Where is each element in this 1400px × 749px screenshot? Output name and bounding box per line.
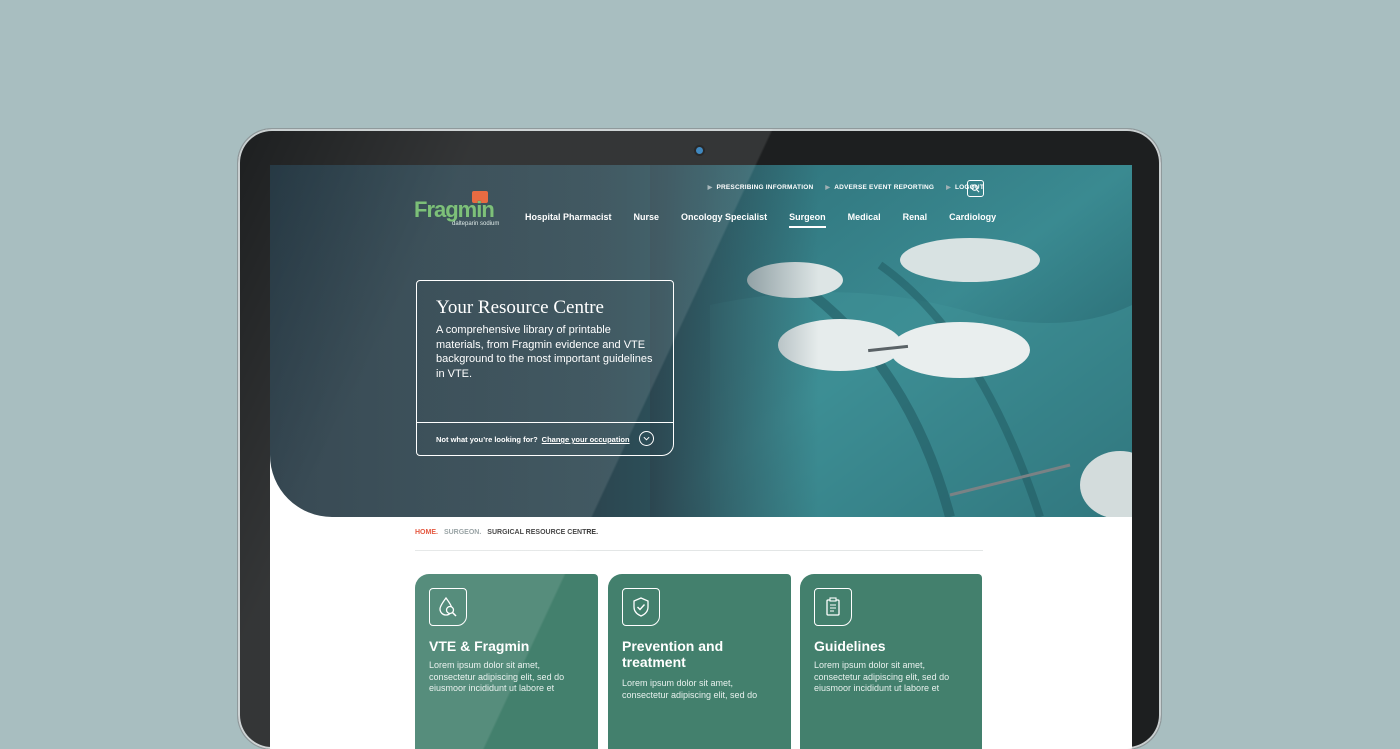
search-button[interactable] — [967, 180, 984, 197]
resource-centre-card: Your Resource Centre A comprehensive lib… — [416, 280, 674, 456]
breadcrumb: HOME. SURGEON. SURGICAL RESOURCE CENTRE. — [415, 529, 598, 536]
nav-item-medical[interactable]: Medical — [848, 212, 881, 228]
drop-magnifier-icon — [429, 588, 467, 626]
utility-link-adverse[interactable]: ▶ ADVERSE EVENT REPORTING — [825, 184, 934, 191]
triangle-right-icon: ▶ — [825, 185, 831, 191]
laptop-frame: Fragmin dalteparin sodium ▶ PRESCRIBING I… — [238, 129, 1161, 749]
hero-title: Your Resource Centre — [436, 297, 604, 318]
divider — [415, 550, 983, 551]
tile-title: Prevention and treatment — [622, 638, 724, 670]
utility-nav: ▶ PRESCRIBING INFORMATION ▶ ADVERSE EVENT … — [708, 184, 984, 191]
breadcrumb-current: SURGICAL RESOURCE CENTRE. — [487, 529, 599, 536]
logo-subtitle: dalteparin sodium — [452, 221, 500, 227]
tile-body: Lorem ipsum dolor sit amet, consectetur … — [814, 660, 950, 693]
expand-occupation-button[interactable] — [639, 431, 654, 446]
utility-link-prescribing[interactable]: ▶ PRESCRIBING INFORMATION — [708, 184, 814, 191]
chevron-down-icon — [643, 436, 650, 441]
tile-title: VTE & Fragmin — [429, 638, 530, 654]
hero-description: A comprehensive library of printable mat… — [436, 324, 653, 380]
tile-vte-fragmin[interactable]: VTE & Fragmin Lorem ipsum dolor sit amet… — [415, 574, 598, 749]
triangle-right-icon: ▶ — [707, 185, 713, 191]
tile-title: Guidelines — [814, 638, 886, 654]
search-icon — [971, 184, 980, 193]
triangle-right-icon: ▶ — [946, 185, 951, 191]
browser-viewport: Fragmin dalteparin sodium ▶ PRESCRIBING I… — [270, 165, 1132, 749]
tile-prevention-treatment[interactable]: Prevention and treatment Lorem ipsum dol… — [608, 574, 791, 749]
tile-guidelines[interactable]: Guidelines Lorem ipsum dolor sit amet, c… — [800, 574, 982, 749]
tile-body: Lorem ipsum dolor sit amet, consectetur … — [429, 660, 565, 693]
logo-wordmark: Fragmin — [414, 197, 495, 222]
nav-item-oncology-specialist[interactable]: Oncology Specialist — [681, 212, 767, 228]
main-nav: Hospital Pharmacist Nurse Oncology Speci… — [525, 212, 996, 228]
occupation-prompt: Not what you’re looking for? Change your… — [417, 422, 673, 456]
breadcrumb-home[interactable]: HOME. — [415, 529, 438, 536]
tile-body: Lorem ipsum dolor sit amet, consectetur … — [622, 678, 758, 700]
fragmin-logo[interactable]: Fragmin dalteparin sodium — [414, 189, 499, 229]
occupation-question: Not what you’re looking for? — [436, 435, 538, 444]
nav-item-renal[interactable]: Renal — [903, 212, 928, 228]
webcam — [696, 147, 703, 154]
nav-item-hospital-pharmacist[interactable]: Hospital Pharmacist — [525, 212, 612, 228]
nav-item-surgeon[interactable]: Surgeon — [789, 212, 826, 228]
hero-banner: Fragmin dalteparin sodium ▶ PRESCRIBING I… — [270, 165, 1132, 517]
document-icon — [814, 588, 852, 626]
nav-item-nurse[interactable]: Nurse — [634, 212, 660, 228]
breadcrumb-surgeon[interactable]: SURGEON. — [444, 529, 481, 536]
shield-check-icon — [622, 588, 660, 626]
change-occupation-link[interactable]: Change your occupation — [542, 435, 630, 444]
nav-item-cardiology[interactable]: Cardiology — [949, 212, 996, 228]
